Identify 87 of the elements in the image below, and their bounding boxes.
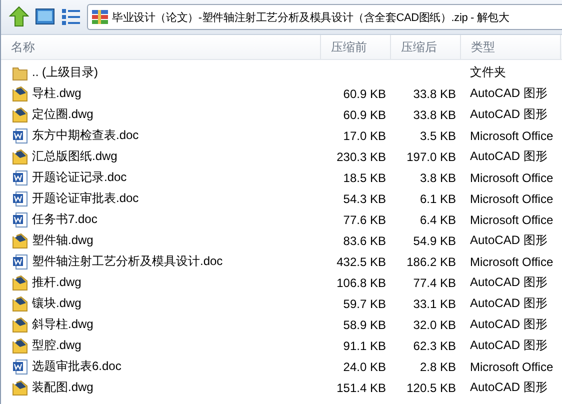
file-type: Microsoft Office bbox=[470, 128, 554, 142]
file-name[interactable]: 选题审批表6.doc bbox=[32, 358, 122, 375]
drawing-file-icon bbox=[12, 232, 28, 248]
packed-size: 33.8 KB bbox=[413, 86, 456, 100]
drawing-file-icon bbox=[12, 338, 28, 354]
drawing-file-icon bbox=[12, 380, 28, 396]
column-header[interactable]: 名称 bbox=[1, 35, 321, 59]
file-name[interactable]: 推杆.dwg bbox=[32, 274, 82, 291]
file-type: Microsoft Office bbox=[470, 360, 554, 374]
original-size: 106.8 KB bbox=[336, 276, 386, 290]
address-bar[interactable]: 毕业设计（论文）-塑件轴注射工艺分析及模具设计（含全套CAD图纸）.zip - 解包大 bbox=[87, 4, 562, 30]
column-header[interactable]: 压缩前 bbox=[321, 35, 391, 59]
original-size: 77.6 KB bbox=[343, 212, 386, 226]
file-name[interactable]: .. (上级目录) bbox=[32, 64, 98, 81]
file-name[interactable]: 开题论证记录.doc bbox=[32, 169, 127, 186]
drawing-file-icon bbox=[12, 106, 28, 122]
file-name[interactable]: 型腔.dwg bbox=[32, 337, 82, 354]
original-size: 230.3 KB bbox=[336, 150, 386, 164]
word-document-icon bbox=[12, 170, 28, 186]
file-type: AutoCAD 图形 bbox=[470, 317, 548, 331]
drawing-file-icon bbox=[12, 148, 28, 164]
file-name[interactable]: 装配图.dwg bbox=[32, 379, 94, 396]
file-name[interactable]: 开题论证审批表.doc bbox=[32, 190, 139, 207]
packed-size: 77.4 KB bbox=[413, 276, 456, 290]
list-view-icon[interactable] bbox=[61, 8, 81, 26]
word-document-icon bbox=[12, 358, 28, 374]
file-type: Microsoft Office bbox=[470, 212, 554, 226]
file-type: Microsoft Office bbox=[470, 192, 554, 206]
file-type: 文件夹 bbox=[470, 65, 506, 79]
original-size: 54.3 KB bbox=[343, 192, 386, 206]
drawing-file-icon bbox=[12, 316, 28, 332]
file-name[interactable]: 塑件轴注射工艺分析及模具设计.doc bbox=[32, 253, 223, 270]
packed-size: 32.0 KB bbox=[413, 318, 456, 332]
file-name[interactable]: 镶块.dwg bbox=[32, 295, 82, 312]
original-size: 91.1 KB bbox=[343, 338, 386, 352]
packed-size: 3.5 KB bbox=[420, 128, 456, 142]
file-type: AutoCAD 图形 bbox=[470, 86, 548, 100]
drawing-file-icon bbox=[12, 274, 28, 290]
packed-size: 2.8 KB bbox=[420, 360, 456, 374]
original-size: 83.6 KB bbox=[343, 234, 386, 248]
archive-icon bbox=[91, 9, 109, 25]
file-name[interactable]: 斜导柱.dwg bbox=[32, 316, 94, 333]
file-type: AutoCAD 图形 bbox=[470, 338, 548, 352]
original-size: 24.0 KB bbox=[343, 360, 386, 374]
original-size: 58.9 KB bbox=[343, 318, 386, 332]
file-type: AutoCAD 图形 bbox=[470, 107, 548, 121]
packed-size: 197.0 KB bbox=[406, 150, 456, 164]
original-size: 60.9 KB bbox=[343, 108, 386, 122]
packed-size: 6.4 KB bbox=[420, 212, 456, 226]
packed-size: 6.1 KB bbox=[420, 192, 456, 206]
packed-size: 54.9 KB bbox=[413, 234, 456, 248]
word-document-icon bbox=[12, 254, 28, 270]
packed-size: 120.5 KB bbox=[406, 380, 456, 394]
original-size: 17.0 KB bbox=[343, 128, 386, 142]
packed-size: 186.2 KB bbox=[406, 254, 456, 268]
up-arrow-icon[interactable] bbox=[9, 6, 29, 28]
file-type: AutoCAD 图形 bbox=[470, 149, 548, 163]
file-type: AutoCAD 图形 bbox=[470, 296, 548, 310]
file-name[interactable]: 任务书7.doc bbox=[32, 211, 98, 228]
word-document-icon bbox=[12, 190, 28, 206]
file-type: Microsoft Office bbox=[470, 170, 554, 184]
file-name[interactable]: 东方中期检查表.doc bbox=[32, 127, 139, 144]
original-size: 151.4 KB bbox=[336, 380, 386, 394]
packed-size: 33.1 KB bbox=[413, 296, 456, 310]
file-name[interactable]: 导柱.dwg bbox=[32, 85, 82, 102]
packed-size: 3.8 KB bbox=[420, 170, 456, 184]
original-size: 59.7 KB bbox=[343, 296, 386, 310]
drawing-file-icon bbox=[12, 86, 28, 102]
word-document-icon bbox=[12, 212, 28, 228]
file-type: Microsoft Office bbox=[470, 254, 554, 268]
file-type: AutoCAD 图形 bbox=[470, 380, 548, 394]
file-name[interactable]: 塑件轴.dwg bbox=[32, 232, 94, 249]
column-header[interactable]: 压缩后 bbox=[391, 35, 461, 59]
word-document-icon bbox=[12, 128, 28, 144]
file-name[interactable]: 定位圈.dwg bbox=[32, 106, 94, 123]
original-size: 18.5 KB bbox=[343, 170, 386, 184]
file-type: AutoCAD 图形 bbox=[470, 233, 548, 247]
folder-icon bbox=[12, 64, 28, 80]
column-header[interactable]: 类型 bbox=[461, 35, 561, 59]
file-type: AutoCAD 图形 bbox=[470, 275, 548, 289]
file-name[interactable]: 汇总版图纸.dwg bbox=[32, 148, 118, 165]
monitor-icon[interactable] bbox=[35, 7, 55, 27]
packed-size: 33.8 KB bbox=[413, 108, 456, 122]
original-size: 60.9 KB bbox=[343, 86, 386, 100]
original-size: 432.5 KB bbox=[336, 254, 386, 268]
packed-size: 62.3 KB bbox=[413, 338, 456, 352]
drawing-file-icon bbox=[12, 296, 28, 312]
